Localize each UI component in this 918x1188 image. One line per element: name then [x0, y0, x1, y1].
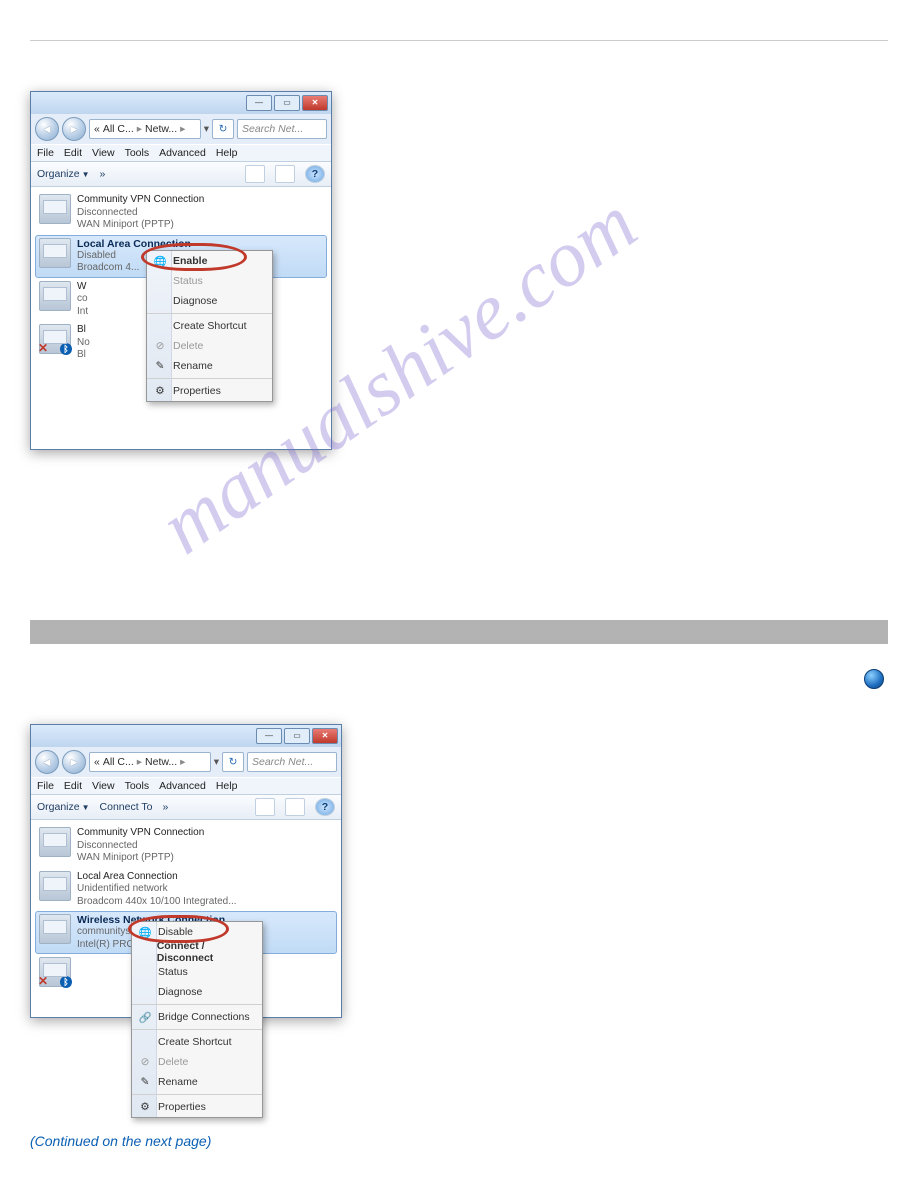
- network-adapter-icon: [39, 238, 71, 268]
- bluetooth-adapter-icon: ✕ᛒ: [39, 957, 71, 987]
- page-footer-note: (Continued on the next page): [30, 1133, 888, 1149]
- organize-button[interactable]: Organize ▼: [37, 168, 90, 180]
- globe-icon: [864, 669, 884, 689]
- maximize-button[interactable]: ▭: [274, 95, 300, 111]
- section-divider-bar: [30, 620, 888, 644]
- ctx-delete: ⊘Delete: [147, 336, 272, 356]
- maximize-button[interactable]: ▭: [284, 728, 310, 744]
- menu-tools[interactable]: Tools: [125, 780, 150, 792]
- titlebar: — ▭ ✕: [31, 92, 331, 114]
- organize-button[interactable]: Organize ▼: [37, 801, 90, 813]
- nav-row: « All C... ▸ Netw... ▸ ▾ ↻ Search Net...: [31, 114, 331, 144]
- minimize-button[interactable]: —: [246, 95, 272, 111]
- help-button[interactable]: ?: [315, 798, 335, 816]
- forward-button[interactable]: [62, 117, 86, 141]
- ctx-connect-disconnect[interactable]: Connect / Disconnect: [132, 942, 262, 962]
- properties-icon: ⚙: [153, 384, 167, 398]
- search-input[interactable]: Search Net...: [247, 752, 337, 772]
- view-options-button[interactable]: [245, 165, 265, 183]
- bridge-icon: 🔗: [138, 1010, 152, 1024]
- bluetooth-adapter-icon: ✕ᛒ: [39, 324, 71, 354]
- menu-tools[interactable]: Tools: [125, 147, 150, 159]
- search-input[interactable]: Search Net...: [237, 119, 327, 139]
- ctx-create-shortcut[interactable]: Create Shortcut: [147, 316, 272, 336]
- toolbar-more[interactable]: »: [100, 168, 106, 180]
- menu-advanced[interactable]: Advanced: [159, 147, 206, 159]
- network-adapter-icon: [39, 281, 71, 311]
- connect-to-button[interactable]: Connect To: [100, 801, 153, 813]
- ctx-properties[interactable]: ⚙Properties: [132, 1097, 262, 1117]
- menu-file[interactable]: File: [37, 147, 54, 159]
- list-item[interactable]: Local Area Connection Unidentified netwo…: [35, 868, 337, 912]
- view-options-button[interactable]: [255, 798, 275, 816]
- toolbar-more[interactable]: »: [162, 801, 168, 813]
- rename-icon: ✎: [153, 359, 167, 373]
- ctx-rename[interactable]: ✎Rename: [132, 1072, 262, 1092]
- help-button[interactable]: ?: [305, 165, 325, 183]
- menubar: File Edit View Tools Advanced Help: [31, 144, 331, 162]
- titlebar: — ▭ ✕: [31, 725, 341, 747]
- minimize-button[interactable]: —: [256, 728, 282, 744]
- ctx-status: Status: [147, 271, 272, 291]
- menu-view[interactable]: View: [92, 147, 115, 159]
- ctx-rename[interactable]: ✎Rename: [147, 356, 272, 376]
- list-item[interactable]: Community VPN Connection Disconnected WA…: [35, 191, 327, 235]
- menu-help[interactable]: Help: [216, 147, 238, 159]
- close-button[interactable]: ✕: [312, 728, 338, 744]
- menubar: File Edit View Tools Advanced Help: [31, 777, 341, 795]
- nav-row: « All C... ▸ Netw... ▸ ▾ ↻ Search Net...: [31, 747, 341, 777]
- ctx-disable[interactable]: 🌐Disable: [132, 922, 262, 942]
- preview-pane-button[interactable]: [285, 798, 305, 816]
- toolbar: Organize ▼ » ?: [31, 162, 331, 187]
- ctx-status[interactable]: Status: [132, 962, 262, 982]
- menu-help[interactable]: Help: [216, 780, 238, 792]
- properties-icon: ⚙: [138, 1100, 152, 1114]
- ctx-properties[interactable]: ⚙Properties: [147, 381, 272, 401]
- ctx-create-shortcut[interactable]: Create Shortcut: [132, 1032, 262, 1052]
- back-button[interactable]: [35, 117, 59, 141]
- top-divider: [30, 40, 888, 41]
- network-adapter-icon: [39, 871, 71, 901]
- list-item[interactable]: Community VPN Connection Disconnected WA…: [35, 824, 337, 868]
- menu-view[interactable]: View: [92, 780, 115, 792]
- delete-icon: ⊘: [153, 339, 167, 353]
- address-bar[interactable]: « All C... ▸ Netw... ▸: [89, 119, 201, 139]
- ctx-bridge[interactable]: 🔗Bridge Connections: [132, 1007, 262, 1027]
- ctx-diagnose[interactable]: Diagnose: [147, 291, 272, 311]
- menu-advanced[interactable]: Advanced: [159, 780, 206, 792]
- network-adapter-icon: [39, 194, 71, 224]
- preview-pane-button[interactable]: [275, 165, 295, 183]
- enable-icon: 🌐: [153, 254, 167, 268]
- ctx-delete: ⊘Delete: [132, 1052, 262, 1072]
- menu-edit[interactable]: Edit: [64, 780, 82, 792]
- close-button[interactable]: ✕: [302, 95, 328, 111]
- content-pane: Community VPN Connection Disconnected WA…: [31, 187, 331, 449]
- network-connections-window-2: — ▭ ✕ « All C... ▸ Netw... ▸ ▾ ↻ Search …: [30, 724, 342, 1018]
- back-button[interactable]: [35, 750, 59, 774]
- refresh-button[interactable]: ↻: [212, 119, 234, 139]
- menu-file[interactable]: File: [37, 780, 54, 792]
- disable-icon: 🌐: [138, 925, 152, 939]
- context-menu: 🌐Disable Connect / Disconnect Status Dia…: [131, 921, 263, 1118]
- ctx-diagnose[interactable]: Diagnose: [132, 982, 262, 1002]
- content-pane: Community VPN Connection Disconnected WA…: [31, 820, 341, 1017]
- network-adapter-icon: [39, 827, 71, 857]
- delete-icon: ⊘: [138, 1055, 152, 1069]
- refresh-button[interactable]: ↻: [222, 752, 244, 772]
- wireless-adapter-icon: [39, 914, 71, 944]
- rename-icon: ✎: [138, 1075, 152, 1089]
- forward-button[interactable]: [62, 750, 86, 774]
- network-connections-window-1: — ▭ ✕ « All C... ▸ Netw... ▸ ▾ ↻ Search …: [30, 91, 332, 450]
- ctx-enable[interactable]: 🌐Enable: [147, 251, 272, 271]
- toolbar: Organize ▼ Connect To » ?: [31, 795, 341, 820]
- menu-edit[interactable]: Edit: [64, 147, 82, 159]
- context-menu: 🌐Enable Status Diagnose Create Shortcut …: [146, 250, 273, 402]
- address-bar[interactable]: « All C... ▸ Netw... ▸: [89, 752, 211, 772]
